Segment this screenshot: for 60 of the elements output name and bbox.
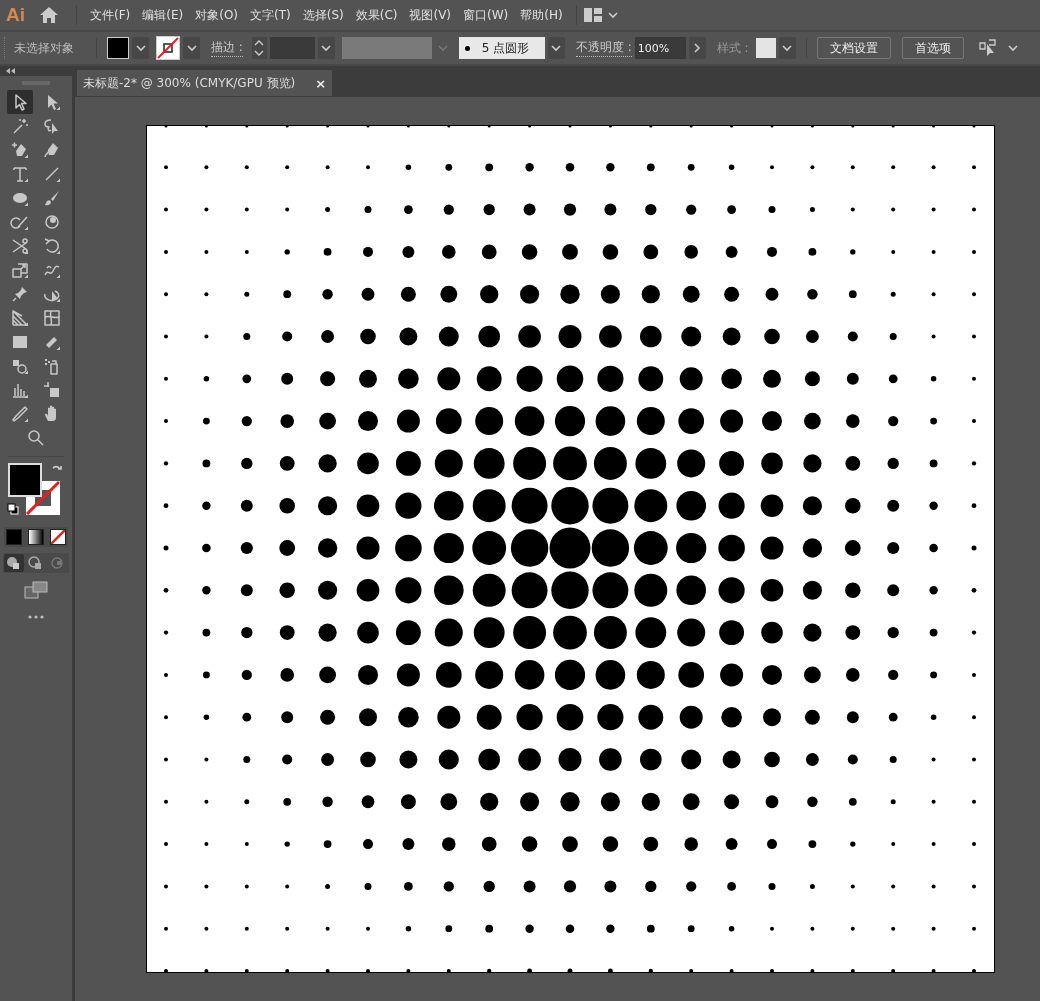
chevron-down-icon[interactable] (1007, 44, 1018, 52)
chevron-down-icon[interactable] (782, 44, 793, 52)
menu-item[interactable]: 选择(S) (296, 6, 350, 24)
menu-item[interactable]: 文字(T) (244, 6, 297, 24)
gradient-mode-button[interactable] (28, 529, 44, 545)
chevron-down-icon[interactable] (321, 44, 332, 52)
pushpin-icon (10, 284, 30, 304)
scale-icon (10, 260, 30, 280)
workspace-layout-icon[interactable] (583, 8, 602, 22)
draw-normal-icon[interactable] (4, 554, 24, 572)
artboard-icon (42, 380, 62, 400)
close-button[interactable]: × (315, 75, 327, 91)
eyedropper-icon (10, 404, 30, 424)
arrange-icon[interactable] (978, 39, 999, 57)
type-icon (10, 164, 30, 184)
pen-icon (10, 140, 30, 160)
chevron-down-icon[interactable] (135, 44, 146, 52)
stroke-label[interactable]: 描边 : (211, 39, 243, 57)
menu-item[interactable]: 视图(V) (403, 6, 458, 24)
stroke-swatch[interactable] (156, 36, 180, 60)
chevron-down-icon[interactable] (607, 11, 618, 19)
brush-definition-field[interactable]: 5 点圆形 (458, 37, 545, 59)
menu-item[interactable]: 编辑(E) (136, 6, 190, 24)
tool-button[interactable] (7, 90, 33, 114)
none-mode-button[interactable] (50, 529, 66, 545)
collapse-icon[interactable] (6, 68, 15, 74)
stroke-weight-field[interactable] (269, 37, 315, 59)
opacity-label[interactable]: 不透明度 : (575, 39, 632, 57)
tab-title: 未标题-2* @ 300% (CMYK/GPU 预览) (83, 74, 296, 92)
fill-color-swatch[interactable] (8, 463, 42, 497)
menu-item[interactable]: 窗口(W) (457, 6, 515, 24)
toolbar-button[interactable]: 文档设置 (816, 37, 891, 59)
menu-item[interactable]: 效果(C) (349, 6, 404, 24)
menu-item[interactable]: 对象(O) (189, 6, 245, 24)
menu-item[interactable]: 帮助(H) (514, 6, 569, 24)
color-mode-button[interactable] (6, 529, 22, 545)
rotate-icon (42, 236, 62, 256)
default-colors-icon[interactable] (7, 503, 19, 515)
style-swatch[interactable] (755, 38, 776, 58)
app-logo: Ai (6, 4, 25, 26)
spinner-arrows-icon[interactable] (254, 40, 265, 56)
scissors-icon (10, 236, 30, 256)
zoom-icon (26, 428, 46, 448)
perspective-grid-icon (10, 308, 30, 328)
chevron-right-icon[interactable] (693, 43, 701, 53)
toolbar-button[interactable]: 首选项 (901, 37, 964, 59)
document-tab[interactable]: 未标题-2* @ 300% (CMYK/GPU 预览) × (77, 70, 333, 96)
more-icon[interactable] (28, 615, 44, 619)
chevron-down-icon (438, 44, 449, 52)
selection-status: 未选择对象 (14, 39, 74, 57)
opacity-field[interactable]: 100% (634, 37, 686, 59)
mesh-icon (42, 308, 62, 328)
home-icon[interactable] (39, 6, 59, 24)
chevron-down-icon[interactable] (551, 44, 562, 52)
screen-mode-icon[interactable] (24, 581, 48, 599)
menu-item[interactable]: 文件(F) (84, 6, 137, 24)
chevron-down-icon[interactable] (186, 44, 197, 52)
fill-swatch[interactable] (107, 37, 129, 59)
style-label: 样式 : (716, 39, 749, 57)
circle-icon (42, 212, 62, 232)
